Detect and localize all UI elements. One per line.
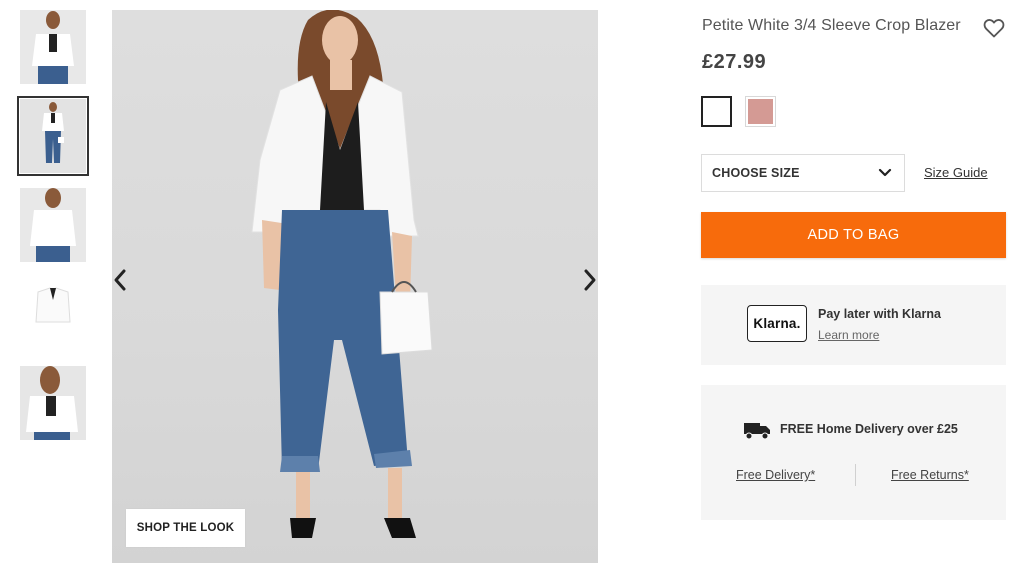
heart-icon [983, 19, 1005, 38]
chevron-right-icon [584, 269, 596, 291]
klarna-logo: Klarna. [747, 305, 807, 342]
next-image-arrow[interactable] [578, 262, 602, 298]
delivery-panel: FREE Home Delivery over £25 Free Deliver… [701, 385, 1006, 520]
thumbnail-3[interactable] [20, 188, 86, 262]
product-title: Petite White 3/4 Sleeve Crop Blazer [702, 17, 961, 34]
thumbnail-2[interactable] [17, 96, 89, 176]
color-swatch-pink[interactable] [745, 96, 776, 127]
delivery-divider [855, 464, 856, 486]
klarna-panel: Klarna. Pay later with Klarna Learn more [701, 285, 1006, 365]
truck-icon [744, 423, 770, 440]
thumbnail-4[interactable] [20, 276, 86, 350]
klarna-learn-more-link[interactable]: Learn more [818, 328, 879, 342]
shop-the-look-button[interactable]: SHOP THE LOOK [126, 509, 245, 547]
product-price: £27.99 [702, 51, 767, 73]
chevron-left-icon [114, 269, 126, 291]
size-guide-link[interactable]: Size Guide [924, 165, 988, 180]
delivery-title: FREE Home Delivery over £25 [780, 422, 958, 436]
model-photo [251, 10, 433, 538]
free-delivery-link[interactable]: Free Delivery* [736, 468, 815, 482]
wishlist-button[interactable] [982, 16, 1006, 40]
add-to-bag-button[interactable]: ADD TO BAG [701, 212, 1006, 258]
product-page: SHOP THE LOOK Petite White 3/4 Sleeve Cr… [0, 0, 1024, 568]
thumbnail-1[interactable] [20, 10, 86, 84]
main-product-image[interactable] [112, 10, 598, 563]
color-swatch-white[interactable] [701, 96, 732, 127]
previous-image-arrow[interactable] [108, 262, 132, 298]
pink-swatch-fill [748, 99, 773, 124]
size-dropdown[interactable]: CHOOSE SIZE [701, 154, 905, 192]
chevron-down-icon [878, 168, 892, 177]
klarna-title: Pay later with Klarna [818, 307, 941, 321]
thumbnail-5[interactable] [20, 366, 86, 440]
free-returns-link[interactable]: Free Returns* [891, 468, 969, 482]
size-dropdown-label: CHOOSE SIZE [712, 166, 800, 180]
